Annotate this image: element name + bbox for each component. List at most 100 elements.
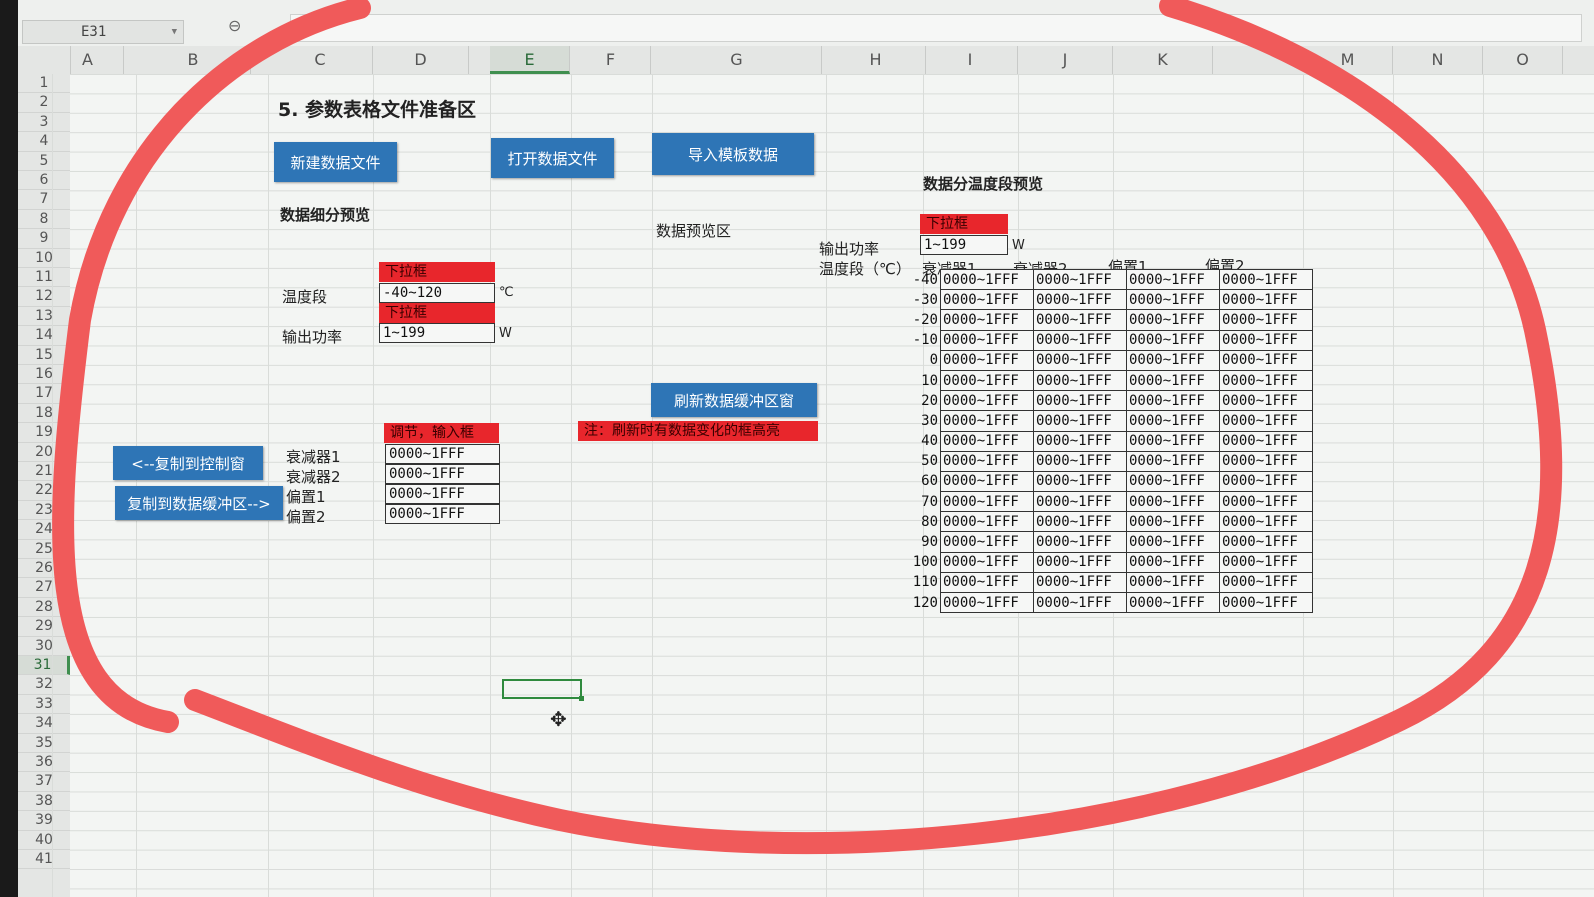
value-cell[interactable]: 0000~1FFF bbox=[1126, 591, 1220, 614]
temp-cell[interactable]: 40 bbox=[848, 431, 941, 451]
value-cell[interactable]: 0000~1FFF bbox=[940, 268, 1034, 291]
row-header-15[interactable]: 15 bbox=[18, 346, 70, 365]
column-header-n[interactable]: N bbox=[1393, 46, 1483, 74]
temp-cell[interactable]: 80 bbox=[848, 512, 941, 532]
power-range-dropdown[interactable]: 1~199 bbox=[379, 323, 495, 343]
value-cell[interactable]: 0000~1FFF bbox=[1219, 329, 1313, 351]
row-header-27[interactable]: 27 bbox=[18, 578, 70, 598]
column-header-g[interactable]: G bbox=[652, 46, 822, 74]
row-header-31[interactable]: 31 bbox=[18, 656, 70, 676]
value-cell[interactable]: 0000~1FFF bbox=[1219, 551, 1313, 573]
value-cell[interactable]: 0000~1FFF bbox=[1126, 470, 1220, 493]
value-cell[interactable]: 0000~1FFF bbox=[1033, 551, 1127, 573]
value-cell[interactable]: 0000~1FFF bbox=[1126, 491, 1220, 513]
row-header-18[interactable]: 18 bbox=[18, 404, 70, 424]
row-header-26[interactable]: 26 bbox=[18, 559, 70, 579]
value-cell[interactable]: 0000~1FFF bbox=[1033, 390, 1127, 412]
column-header-b[interactable]: B bbox=[136, 46, 251, 74]
value-cell[interactable]: 0000~1FFF bbox=[1219, 491, 1313, 513]
row-header-40[interactable]: 40 bbox=[18, 831, 70, 850]
temp-cell[interactable]: 100 bbox=[848, 552, 941, 572]
value-cell[interactable]: 0000~1FFF bbox=[1033, 329, 1127, 351]
value-cell[interactable]: 0000~1FFF bbox=[940, 491, 1034, 513]
column-header-k[interactable]: K bbox=[1113, 46, 1213, 74]
value-cell[interactable]: 0000~1FFF bbox=[1219, 349, 1313, 371]
row-header-37[interactable]: 37 bbox=[18, 772, 70, 792]
row-header-17[interactable]: 17 bbox=[18, 384, 70, 404]
value-cell[interactable]: 0000~1FFF bbox=[1033, 591, 1127, 614]
row-header-4[interactable]: 4 bbox=[18, 132, 70, 152]
row-header-41[interactable]: 41 bbox=[18, 850, 70, 870]
value-cell[interactable]: 0000~1FFF bbox=[940, 349, 1034, 371]
value-cell[interactable]: 0000~1FFF bbox=[1033, 571, 1127, 594]
temp-range-dropdown[interactable]: -40~120 bbox=[379, 283, 495, 303]
row-header-13[interactable]: 13 bbox=[18, 307, 70, 327]
row-header-2[interactable]: 2 bbox=[18, 93, 70, 113]
row-header-36[interactable]: 36 bbox=[18, 753, 70, 773]
value-cell[interactable]: 0000~1FFF bbox=[1219, 591, 1313, 614]
value-cell[interactable]: 0000~1FFF bbox=[940, 369, 1034, 392]
row-header-32[interactable]: 32 bbox=[18, 675, 70, 695]
column-header-i[interactable]: I bbox=[923, 46, 1018, 74]
value-cell[interactable]: 0000~1FFF bbox=[940, 410, 1034, 432]
temp-cell[interactable]: 90 bbox=[848, 532, 941, 552]
column-header-e[interactable]: E bbox=[490, 46, 570, 74]
row-header-11[interactable]: 11 bbox=[18, 268, 70, 288]
value-cell[interactable]: 0000~1FFF bbox=[1219, 268, 1313, 291]
value-cell[interactable]: 0000~1FFF bbox=[1219, 289, 1313, 311]
value-cell[interactable]: 0000~1FFF bbox=[940, 470, 1034, 493]
temp-cell[interactable]: 0 bbox=[848, 350, 941, 370]
value-cell[interactable]: 0000~1FFF bbox=[1219, 309, 1313, 331]
value-cell[interactable]: 0000~1FFF bbox=[940, 551, 1034, 573]
param-input-atten1[interactable]: 0000~1FFF bbox=[385, 444, 500, 464]
value-cell[interactable]: 0000~1FFF bbox=[940, 430, 1034, 452]
value-cell[interactable]: 0000~1FFF bbox=[1126, 289, 1220, 311]
value-cell[interactable]: 0000~1FFF bbox=[1126, 390, 1220, 412]
copy-to-console-button[interactable]: <--复制到控制窗 bbox=[113, 446, 263, 480]
value-cell[interactable]: 0000~1FFF bbox=[1219, 390, 1313, 412]
row-header-35[interactable]: 35 bbox=[18, 734, 70, 753]
row-header-7[interactable]: 7 bbox=[18, 190, 70, 210]
value-cell[interactable]: 0000~1FFF bbox=[1126, 268, 1220, 291]
temp-cell[interactable]: 60 bbox=[848, 471, 941, 491]
param-input-atten2[interactable]: 0000~1FFF bbox=[385, 464, 500, 484]
value-cell[interactable]: 0000~1FFF bbox=[940, 591, 1034, 614]
column-header-d[interactable]: D bbox=[373, 46, 469, 74]
temp-cell[interactable]: 20 bbox=[848, 391, 941, 411]
value-cell[interactable]: 0000~1FFF bbox=[1126, 551, 1220, 573]
row-header-23[interactable]: 23 bbox=[18, 501, 70, 521]
temp-cell[interactable]: -10 bbox=[848, 330, 941, 350]
value-cell[interactable]: 0000~1FFF bbox=[1126, 450, 1220, 472]
value-cell[interactable]: 0000~1FFF bbox=[1033, 491, 1127, 513]
value-cell[interactable]: 0000~1FFF bbox=[1219, 369, 1313, 392]
value-cell[interactable]: 0000~1FFF bbox=[1219, 571, 1313, 594]
value-cell[interactable]: 0000~1FFF bbox=[1033, 289, 1127, 311]
row-header-16[interactable]: 16 bbox=[18, 365, 70, 385]
row-header-21[interactable]: 21 bbox=[18, 462, 70, 482]
value-cell[interactable]: 0000~1FFF bbox=[940, 329, 1034, 351]
temp-cell[interactable]: -20 bbox=[848, 310, 941, 330]
copy-to-buffer-button[interactable]: 复制到数据缓冲区--> bbox=[115, 486, 283, 520]
row-header-5[interactable]: 5 bbox=[18, 152, 70, 171]
value-cell[interactable]: 0000~1FFF bbox=[1033, 349, 1127, 371]
zoom-icon[interactable]: ⊖ bbox=[228, 16, 241, 35]
column-header-j[interactable]: J bbox=[1018, 46, 1113, 74]
temp-cell[interactable]: 50 bbox=[848, 451, 941, 471]
import-template-button[interactable]: 导入模板数据 bbox=[652, 133, 814, 175]
row-header-30[interactable]: 30 bbox=[18, 637, 70, 656]
row-header-14[interactable]: 14 bbox=[18, 326, 70, 346]
value-cell[interactable]: 0000~1FFF bbox=[940, 289, 1034, 311]
row-header-3[interactable]: 3 bbox=[18, 113, 70, 133]
value-cell[interactable]: 0000~1FFF bbox=[940, 571, 1034, 594]
temp-cell[interactable]: 70 bbox=[848, 492, 941, 512]
name-box[interactable]: E31 ▼ bbox=[22, 20, 184, 44]
temp-cell[interactable]: 120 bbox=[848, 593, 941, 613]
row-header-20[interactable]: 20 bbox=[18, 443, 70, 462]
column-header-a[interactable]: A bbox=[52, 46, 124, 74]
row-header-6[interactable]: 6 bbox=[18, 171, 70, 191]
row-header-12[interactable]: 12 bbox=[18, 287, 70, 307]
temp-cell[interactable]: -40 bbox=[848, 270, 941, 290]
column-header-h[interactable]: H bbox=[826, 46, 926, 74]
right-power-dropdown[interactable]: 1~199 bbox=[920, 235, 1008, 255]
column-header-o[interactable]: O bbox=[1483, 46, 1563, 74]
